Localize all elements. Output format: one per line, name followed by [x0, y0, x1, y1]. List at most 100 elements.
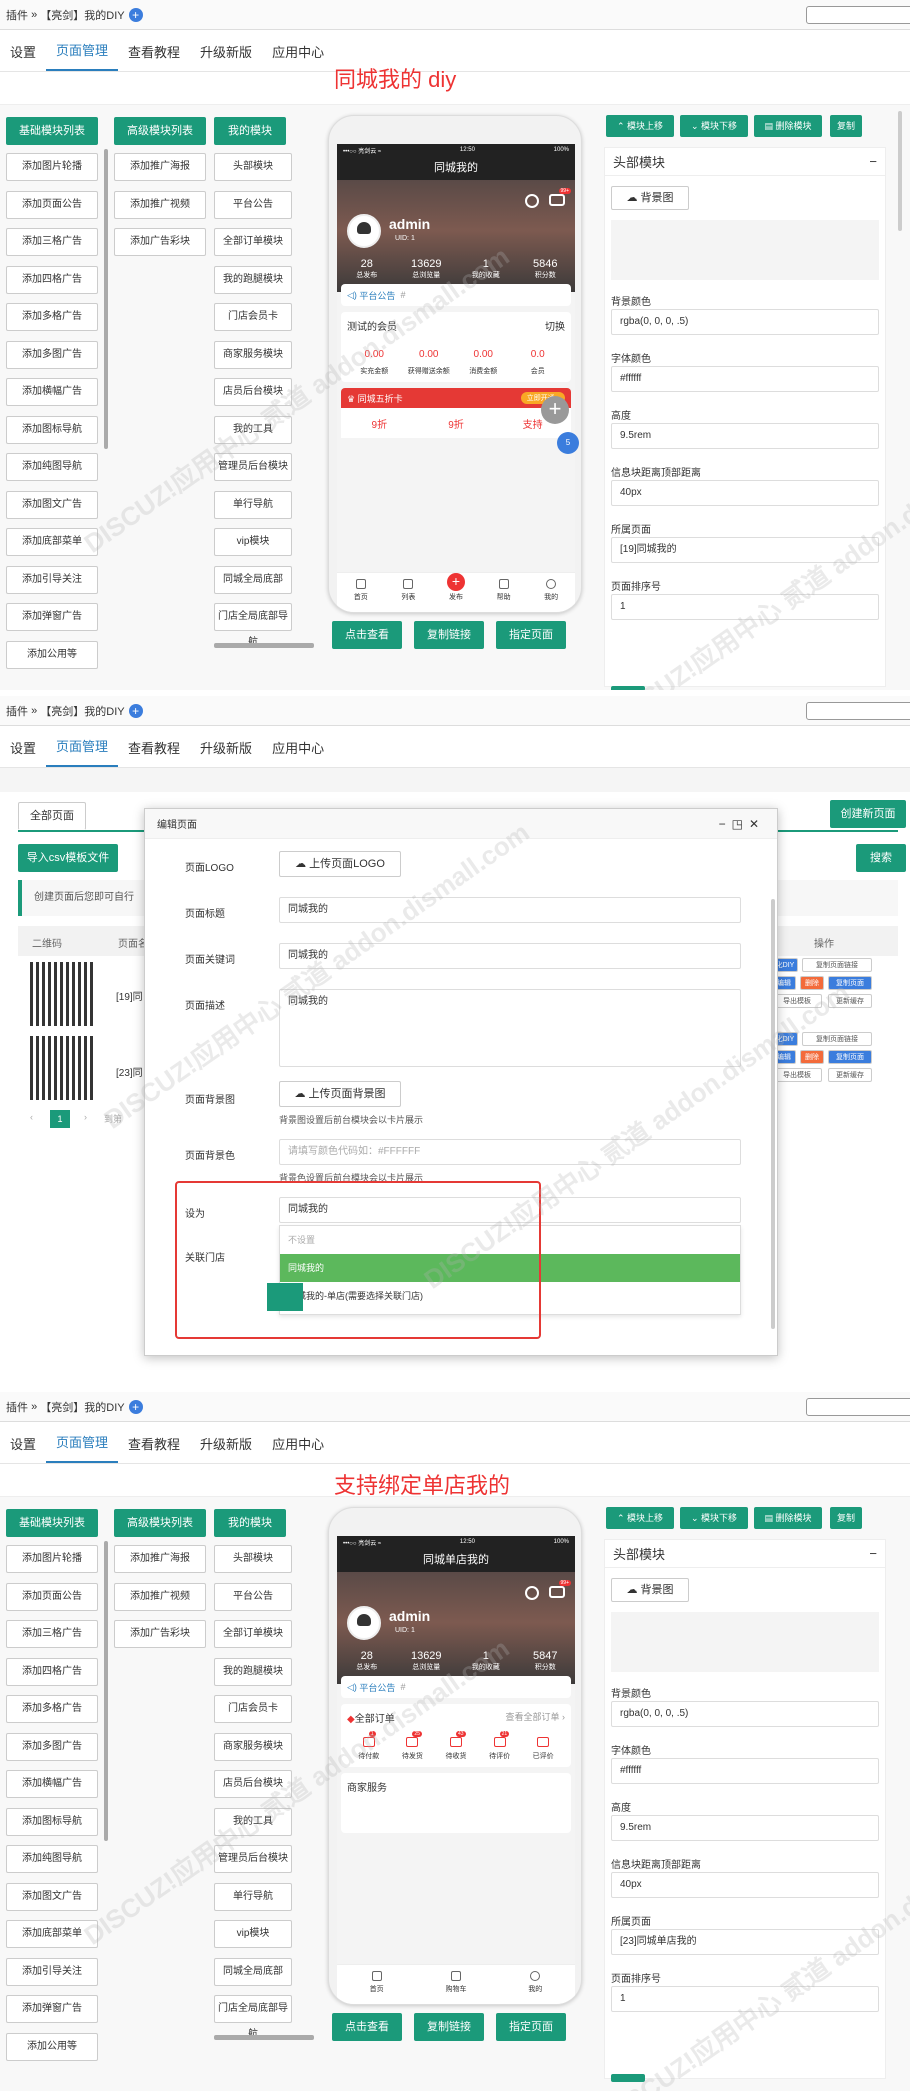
breadcrumb-plugins[interactable]: 插件	[6, 703, 28, 719]
page-select[interactable]: [23]同城单店我的	[611, 1929, 879, 1955]
member-switch[interactable]: 切换	[545, 318, 565, 333]
module-button[interactable]: 添加纯图导航	[6, 1845, 98, 1873]
row-action-delete[interactable]: 删除	[800, 976, 824, 990]
member-card[interactable]: 测试的会员 切换 0.00 实充金额 0.00 获得赠送余额 0.00 消费金额 0.…	[341, 312, 571, 382]
create-page-button[interactable]: 创建新页面	[830, 800, 906, 828]
tab-settings[interactable]: 设置	[0, 42, 46, 71]
tab-settings[interactable]: 设置	[0, 738, 46, 767]
module-button[interactable]: 商家服务模块	[214, 340, 292, 369]
tabbar-mine[interactable]: 我的	[496, 1965, 575, 2004]
floating-plus-icon[interactable]: +	[541, 396, 569, 424]
tab-app-center[interactable]: 应用中心	[262, 738, 334, 767]
breadcrumb-plugin[interactable]: 【亮剑】我的DIY	[40, 703, 124, 719]
delete-module-button[interactable]: ▤ 删除模块	[754, 115, 822, 137]
module-button[interactable]: 头部模块	[214, 1545, 292, 1573]
tab-page-manage[interactable]: 页面管理	[46, 736, 119, 767]
platform-notice[interactable]: ◁) 平台公告 #	[341, 1676, 571, 1698]
import-csv-button[interactable]: 导入csv模板文件	[18, 844, 118, 872]
my-modules-button[interactable]: 我的模块	[214, 1509, 286, 1537]
message-icon[interactable]	[549, 194, 565, 206]
avatar[interactable]	[347, 214, 381, 248]
discount-item[interactable]: 9折	[418, 416, 495, 431]
stat-item[interactable]: 1 我的收藏	[456, 1650, 516, 1672]
module-button[interactable]: vip模块	[214, 1920, 292, 1948]
page-number[interactable]: 1	[50, 1110, 70, 1128]
module-button[interactable]: 门店会员卡	[214, 1695, 292, 1723]
field-input[interactable]: 9.5rem	[611, 423, 879, 449]
tabbar-home[interactable]: 首页	[337, 1965, 416, 2004]
row-action-export[interactable]: 导出模板	[772, 1068, 822, 1082]
module-button[interactable]: 店员后台模块	[214, 1770, 292, 1798]
settings-icon[interactable]	[525, 194, 539, 208]
module-button[interactable]: 添加横幅广告	[6, 378, 98, 406]
add-shortcut-icon[interactable]: +	[128, 703, 143, 718]
basic-module-list-button[interactable]: 基础模块列表	[6, 117, 98, 145]
scrollbar[interactable]	[214, 2035, 314, 2040]
module-button[interactable]: 添加横幅广告	[6, 1770, 98, 1798]
module-button[interactable]: 店员后台模块	[214, 378, 292, 406]
view-button[interactable]: 点击查看	[332, 621, 402, 649]
row-action-export[interactable]: 导出模板	[772, 994, 822, 1008]
copy-module-button[interactable]: 复制	[830, 115, 862, 137]
search-input[interactable]	[806, 6, 910, 24]
module-button[interactable]: 我的跑腿模块	[214, 265, 292, 294]
field-input[interactable]: 9.5rem	[611, 1815, 879, 1841]
stat-item[interactable]: 13629 总浏览量	[397, 258, 457, 280]
module-button[interactable]: 门店全局底部导航	[214, 1995, 292, 2040]
message-icon[interactable]	[549, 1586, 565, 1598]
module-button[interactable]: 添加三格广告	[6, 228, 98, 256]
module-button[interactable]: 添加推广海报	[114, 1545, 206, 1573]
module-button[interactable]: 添加图文广告	[6, 490, 98, 519]
order-status-item[interactable]: 43 待收货	[434, 1731, 478, 1761]
upload-logo-button[interactable]: ☁ 上传页面LOGO	[279, 851, 401, 877]
maximize-icon[interactable]: ◳	[732, 817, 749, 831]
stat-item[interactable]: 13629 总浏览量	[397, 1650, 457, 1672]
stat-item[interactable]: 5847 积分数	[516, 1650, 576, 1672]
assign-page-button[interactable]: 指定页面	[496, 2013, 566, 2041]
module-button[interactable]: 我的工具	[214, 415, 292, 444]
module-button[interactable]: 全部订单模块	[214, 1620, 292, 1648]
module-button[interactable]: 添加底部菜单	[6, 528, 98, 556]
module-button[interactable]: 添加页面公告	[6, 1582, 98, 1611]
page-select[interactable]: [19]同城我的	[611, 537, 879, 563]
module-button[interactable]: 我的工具	[214, 1807, 292, 1836]
module-button[interactable]: 添加四格广告	[6, 265, 98, 294]
my-modules-button[interactable]: 我的模块	[214, 117, 286, 145]
close-icon[interactable]: ✕	[749, 817, 765, 831]
module-button[interactable]: 添加公用等	[6, 2032, 98, 2061]
module-button[interactable]: 平台公告	[214, 190, 292, 219]
row-action-copy-page[interactable]: 复制页面	[828, 976, 872, 990]
floating-badge[interactable]: 5	[557, 432, 579, 454]
module-button[interactable]: 添加公用等	[6, 640, 98, 669]
scrollbar[interactable]	[104, 149, 108, 449]
row-action-delete[interactable]: 删除	[800, 1050, 824, 1064]
delete-module-button[interactable]: ▤ 删除模块	[754, 1507, 822, 1529]
tab-all-pages[interactable]: 全部页面	[18, 802, 86, 830]
view-all-orders-link[interactable]: 查看全部订单 ›	[506, 1710, 566, 1725]
scrollbar[interactable]	[214, 643, 314, 648]
module-button[interactable]: 添加多图广告	[6, 1732, 98, 1761]
header-module[interactable]: 99+ admin UID: 1 28 总发布 13629 总浏览量 1 我的收藏 5…	[337, 1572, 575, 1684]
module-button[interactable]: 单行导航	[214, 490, 292, 519]
add-shortcut-icon[interactable]: +	[128, 7, 143, 22]
scrollbar[interactable]	[898, 111, 902, 231]
background-image-button[interactable]: ☁ 背景图	[611, 1578, 689, 1602]
field-input[interactable]: #ffffff	[611, 1758, 879, 1784]
scrollbar[interactable]	[771, 899, 775, 1329]
header-module[interactable]: 99+ admin UID: 1 28 总发布 13629 总浏览量 1 我的收藏 5…	[337, 180, 575, 292]
module-button[interactable]: 门店全局底部导航	[214, 603, 292, 648]
page-title-input[interactable]: 同城我的	[279, 897, 741, 923]
next-page-icon[interactable]: ›	[84, 1112, 87, 1122]
assign-page-button[interactable]: 指定页面	[496, 621, 566, 649]
upload-bg-button[interactable]: ☁ 上传页面背景图	[279, 1081, 401, 1107]
tab-upgrade[interactable]: 升级新版	[190, 738, 262, 767]
order-status-item[interactable]: 21 待评价	[478, 1731, 522, 1761]
module-button[interactable]: 添加广告彩块	[114, 1620, 206, 1648]
row-action-refresh-cache[interactable]: 更新缓存	[828, 994, 872, 1008]
row-action-copy-page[interactable]: 复制页面	[828, 1050, 872, 1064]
module-button[interactable]: 平台公告	[214, 1582, 292, 1611]
basic-module-list-button[interactable]: 基础模块列表	[6, 1509, 98, 1537]
row-action-copy-link[interactable]: 复制页面链接	[802, 1032, 872, 1046]
module-button[interactable]: 管理员后台模块	[214, 453, 292, 481]
module-button[interactable]: 添加引导关注	[6, 565, 98, 594]
